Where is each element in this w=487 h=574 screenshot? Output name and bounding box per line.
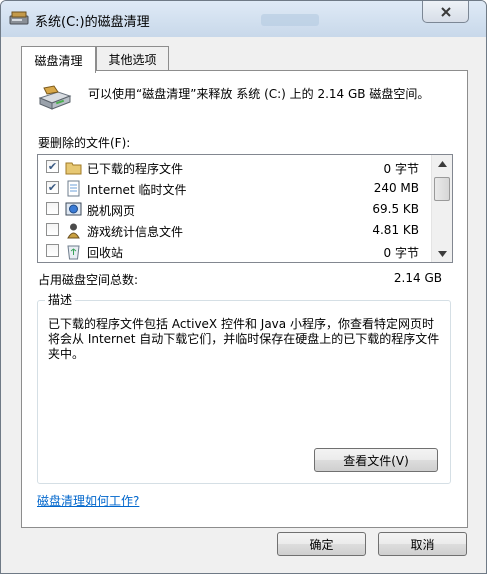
- total-space-value: 2.14 GB: [393, 271, 442, 285]
- list-item[interactable]: 脱机网页 69.5 KB: [38, 199, 431, 220]
- file-name: 脱机网页: [87, 204, 136, 218]
- file-list[interactable]: ✔ 已下载的程序文件 0 字节 ✔ Internet 临时文件 240 MB 脱…: [37, 154, 453, 263]
- files-to-delete-label: 要删除的文件(F):: [38, 136, 131, 150]
- file-size: 0 字节: [383, 162, 419, 176]
- list-item[interactable]: ✔ Internet 临时文件 240 MB: [38, 178, 431, 199]
- checkbox[interactable]: [46, 202, 59, 215]
- file-name: 回收站: [87, 246, 124, 260]
- tab-more-options[interactable]: 其他选项: [96, 46, 169, 71]
- scroll-up-button[interactable]: [432, 155, 452, 172]
- checkbox[interactable]: ✔: [46, 181, 59, 194]
- cancel-button[interactable]: 取消: [378, 532, 467, 556]
- game-icon: [67, 223, 80, 239]
- checkbox[interactable]: [46, 244, 59, 257]
- document-icon: [67, 180, 80, 197]
- file-name: 已下载的程序文件: [87, 162, 184, 176]
- checkbox[interactable]: [46, 223, 59, 236]
- disk-cleanup-icon: [38, 85, 72, 110]
- blurred-title-area: [261, 14, 319, 26]
- window-title: 系统(C:)的磁盘清理: [35, 15, 150, 30]
- list-item[interactable]: 游戏统计信息文件 4.81 KB: [38, 220, 431, 241]
- list-item[interactable]: 回收站 0 字节: [38, 241, 431, 262]
- recycle-bin-icon: [67, 245, 80, 260]
- arrow-up-icon: [437, 160, 447, 167]
- file-name: 游戏统计信息文件: [87, 225, 184, 239]
- vertical-scrollbar[interactable]: [431, 155, 452, 262]
- file-size: 0 字节: [383, 246, 419, 260]
- description-title: 描述: [45, 291, 76, 308]
- title-bar[interactable]: 系统(C:)的磁盘清理: [1, 1, 486, 37]
- folder-icon: [65, 162, 82, 175]
- checkbox[interactable]: ✔: [46, 160, 59, 173]
- close-button[interactable]: [422, 1, 469, 23]
- button-label: 取消: [410, 537, 435, 552]
- arrow-down-icon: [437, 250, 447, 257]
- file-size: 240 MB: [373, 181, 419, 195]
- total-space-label: 占用磁盘空间总数:: [38, 273, 139, 287]
- tab-label: 磁盘清理: [34, 53, 83, 68]
- scroll-thumb[interactable]: [434, 177, 450, 201]
- description-text: 已下载的程序文件包括 ActiveX 控件和 Java 小程序，你查看特定网页时…: [48, 317, 440, 361]
- view-files-button[interactable]: 查看文件(V): [314, 448, 438, 472]
- button-label: 查看文件(V): [343, 453, 409, 468]
- disk-cleanup-icon: [9, 11, 29, 25]
- scroll-down-button[interactable]: [432, 245, 452, 262]
- disk-cleanup-window: 系统(C:)的磁盘清理 磁盘清理 其他选项 可以使用“磁盘清理”来释放 系统 (…: [0, 0, 487, 574]
- file-size: 69.5 KB: [372, 202, 419, 216]
- ok-button[interactable]: 确定: [277, 532, 366, 556]
- file-name: Internet 临时文件: [87, 183, 187, 197]
- offline-page-icon: [65, 202, 82, 216]
- list-item[interactable]: ✔ 已下载的程序文件 0 字节: [38, 157, 431, 178]
- intro-text: 可以使用“磁盘清理”来释放 系统 (C:) 上的 2.14 GB 磁盘空间。: [88, 87, 430, 101]
- close-icon: [440, 6, 451, 17]
- file-size: 4.81 KB: [372, 223, 419, 237]
- help-link[interactable]: 磁盘清理如何工作?: [37, 492, 139, 509]
- tab-label: 其他选项: [108, 52, 157, 67]
- button-label: 确定: [309, 537, 334, 552]
- tab-disk-cleanup[interactable]: 磁盘清理: [21, 46, 96, 73]
